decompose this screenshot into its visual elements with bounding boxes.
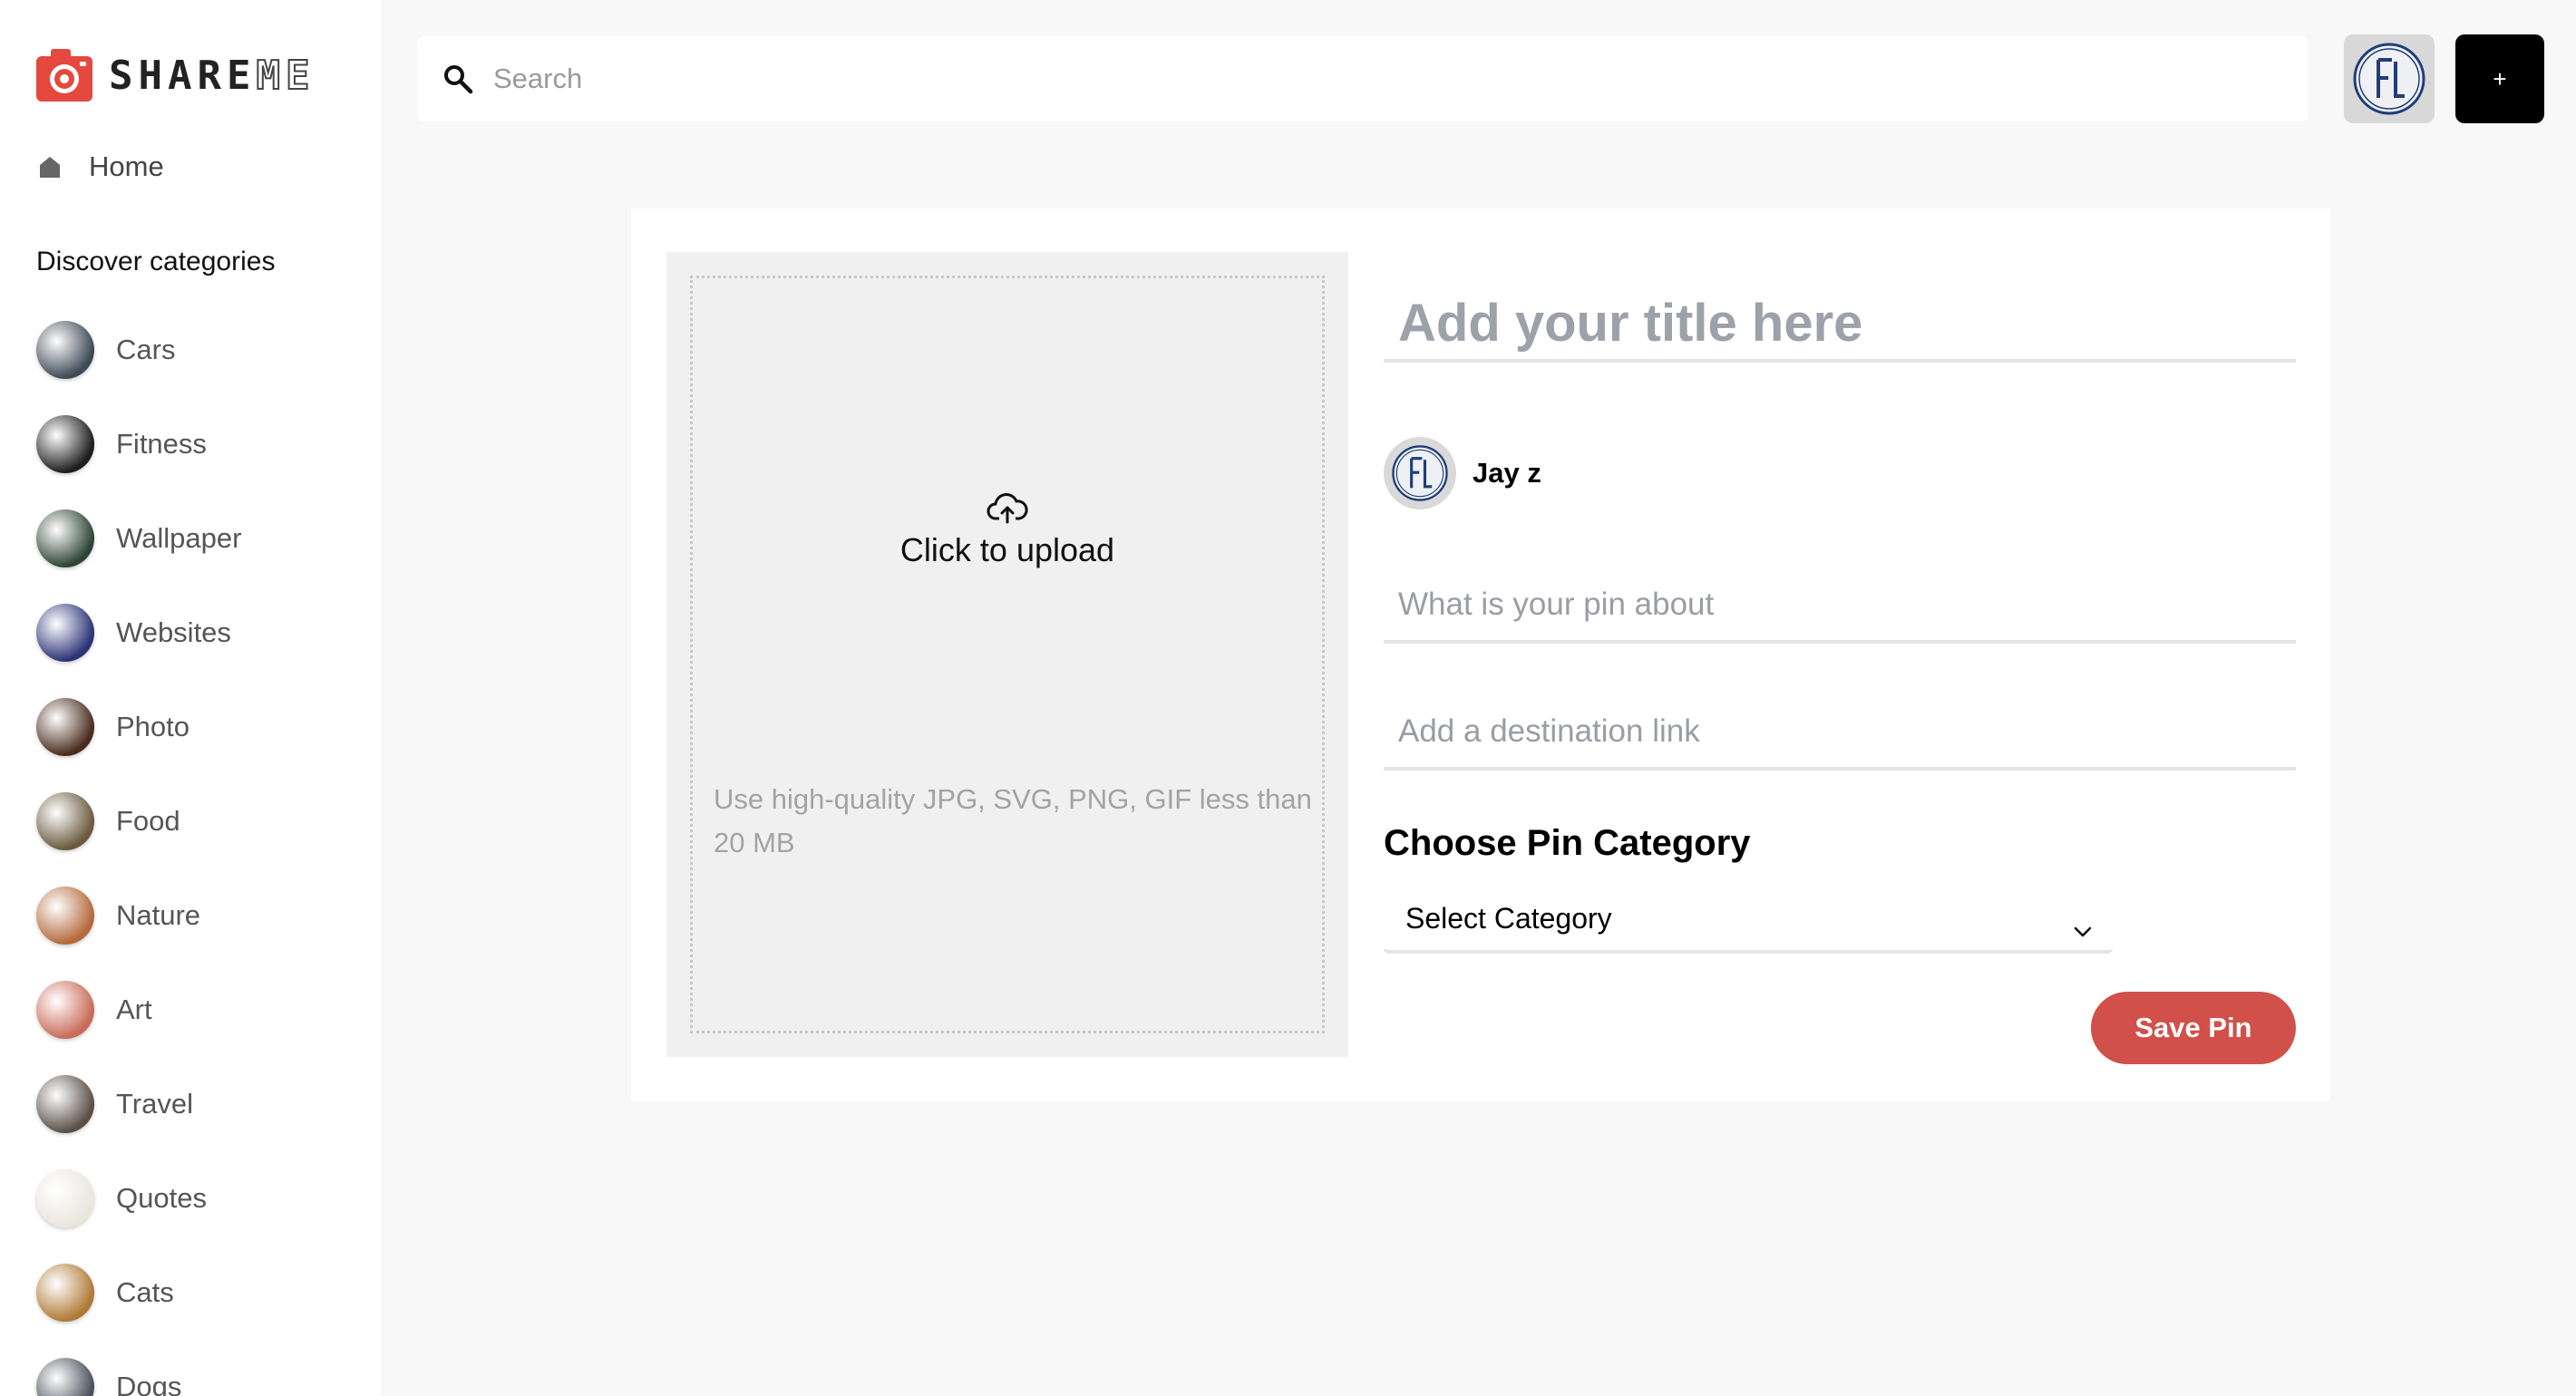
cloud-upload-icon xyxy=(987,490,1028,526)
camera-icon xyxy=(36,47,92,103)
category-thumbnail xyxy=(36,321,94,379)
home-icon xyxy=(36,153,63,180)
logo-text-share: SHARE xyxy=(109,52,257,99)
search-input[interactable] xyxy=(493,63,2216,95)
image-upload-area[interactable]: Click to upload Use high-quality JPG, SV… xyxy=(666,252,1348,1057)
sidebar-item-label: Websites xyxy=(116,616,231,648)
logo-text: SHAREME xyxy=(109,52,316,100)
sidebar-item-travel[interactable]: Travel xyxy=(36,1075,241,1133)
category-thumbnail xyxy=(36,1075,94,1133)
upload-dropzone[interactable] xyxy=(690,276,1325,1033)
sidebar-item-wallpaper[interactable]: Wallpaper xyxy=(36,509,241,567)
add-pin-button[interactable]: + xyxy=(2455,34,2544,123)
upload-prompt[interactable]: Click to upload xyxy=(666,490,1348,569)
sidebar-item-food[interactable]: Food xyxy=(36,792,241,850)
pin-author: Jay z xyxy=(1384,437,1541,509)
sidebar-item-quotes[interactable]: Quotes xyxy=(36,1169,241,1227)
upload-hint: Use high-quality JPG, SVG, PNG, GIF less… xyxy=(714,783,1312,858)
category-heading: Choose Pin Category xyxy=(1384,823,1751,863)
search-icon xyxy=(442,63,473,94)
search-bar xyxy=(417,36,2309,121)
category-select[interactable]: Select Category xyxy=(1384,887,2113,954)
sidebar-item-label: Cars xyxy=(116,334,176,365)
user-name: Jay z xyxy=(1473,457,1541,489)
category-thumbnail xyxy=(36,981,94,1039)
category-thumbnail xyxy=(36,1264,94,1322)
sidebar-item-fitness[interactable]: Fitness xyxy=(36,415,241,473)
category-thumbnail xyxy=(36,415,94,473)
sidebar-item-home[interactable]: Home xyxy=(36,150,164,183)
sidebar-item-art[interactable]: Art xyxy=(36,981,241,1039)
sidebar-item-label: Art xyxy=(116,994,152,1025)
sidebar-item-cats[interactable]: Cats xyxy=(36,1264,241,1322)
sidebar-item-label: Travel xyxy=(116,1088,193,1120)
logo[interactable]: SHAREME xyxy=(36,47,315,103)
sidebar-item-nature[interactable]: Nature xyxy=(36,887,241,945)
pin-about-input[interactable] xyxy=(1384,569,2296,644)
chevron-down-icon xyxy=(2073,912,2093,937)
logo-text-me: ME xyxy=(255,52,316,100)
destination-link-input[interactable] xyxy=(1384,696,2296,771)
sidebar-item-dogs[interactable]: Dogs xyxy=(36,1358,241,1396)
save-pin-button[interactable]: Save Pin xyxy=(2091,992,2296,1064)
sidebar-item-label: Fitness xyxy=(116,428,207,460)
category-select-value: Select Category xyxy=(1405,901,1612,935)
create-pin-card: Click to upload Use high-quality JPG, SV… xyxy=(631,208,2330,1100)
upload-label: Click to upload xyxy=(899,531,1115,568)
category-thumbnail xyxy=(36,509,94,567)
sidebar-item-home-label: Home xyxy=(89,150,164,182)
category-thumbnail xyxy=(36,792,94,850)
monogram-logo-icon xyxy=(2353,43,2425,115)
sidebar-item-label: Food xyxy=(116,805,180,837)
monogram-logo-icon xyxy=(1392,445,1448,501)
sidebar-item-websites[interactable]: Websites xyxy=(36,604,241,662)
sidebar: SHAREME Home Discover categories Cars Fit… xyxy=(0,0,381,1396)
category-thumbnail xyxy=(36,698,94,756)
avatar xyxy=(1384,437,1456,509)
category-thumbnail xyxy=(36,1358,94,1396)
sidebar-item-label: Photo xyxy=(116,711,190,742)
title-input[interactable] xyxy=(1384,286,2296,363)
category-thumbnail xyxy=(36,604,94,662)
user-avatar-button[interactable] xyxy=(2344,34,2435,123)
sidebar-item-label: Dogs xyxy=(116,1371,182,1396)
category-thumbnail xyxy=(36,887,94,945)
discover-heading: Discover categories xyxy=(36,247,276,276)
sidebar-item-label: Cats xyxy=(116,1276,174,1308)
sidebar-item-label: Nature xyxy=(116,899,201,931)
category-thumbnail xyxy=(36,1169,94,1227)
category-list: Cars Fitness Wallpaper Websites Photo Food Nat… xyxy=(36,321,241,1396)
sidebar-item-photo[interactable]: Photo xyxy=(36,698,241,756)
sidebar-item-label: Quotes xyxy=(116,1182,207,1214)
sidebar-item-label: Wallpaper xyxy=(116,522,242,554)
sidebar-item-cars[interactable]: Cars xyxy=(36,321,241,379)
